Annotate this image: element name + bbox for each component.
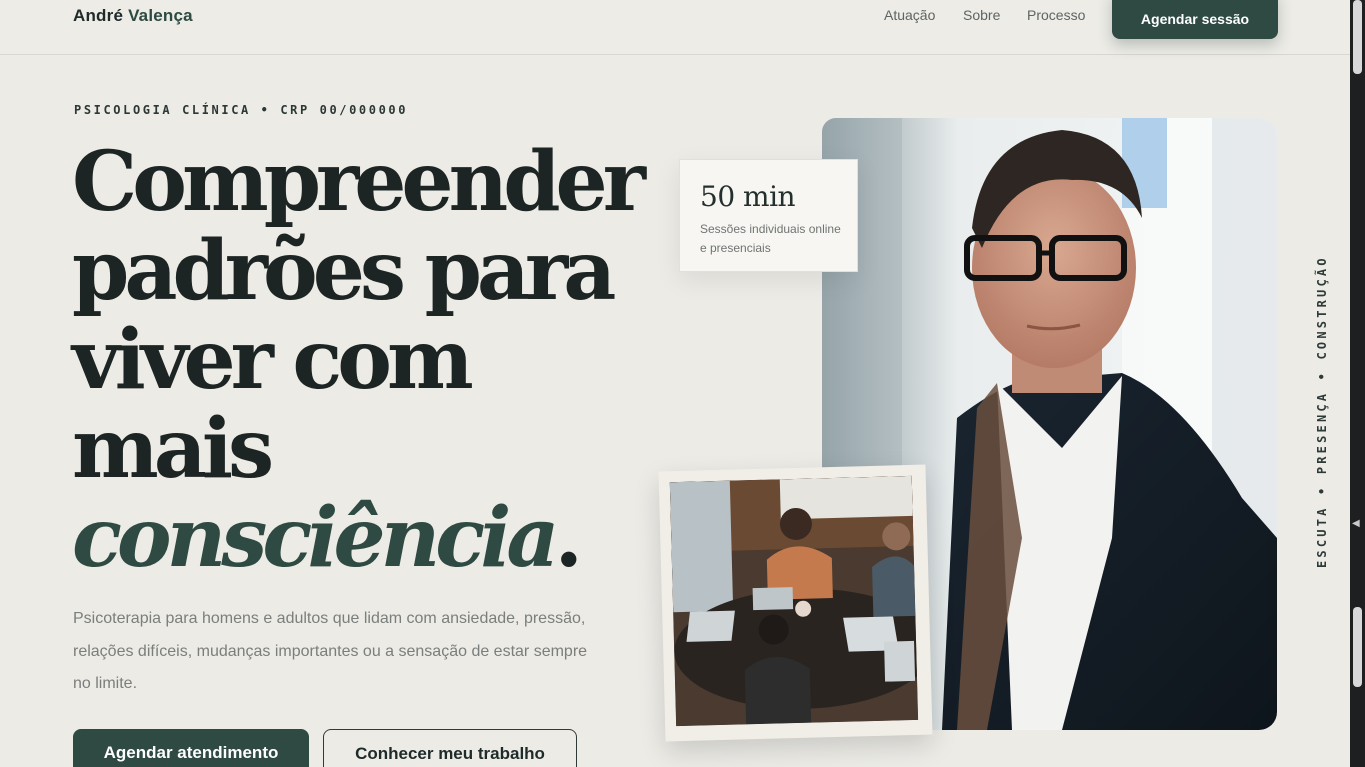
scrollbar-thumb[interactable] bbox=[1353, 607, 1362, 687]
learn-more-button[interactable]: Conhecer meu trabalho bbox=[323, 729, 577, 767]
headline-accent: consciência bbox=[72, 490, 559, 586]
group-session-photo-image bbox=[669, 475, 919, 727]
session-duration-value: 50 min bbox=[700, 180, 796, 213]
headline-dot: . bbox=[554, 490, 582, 586]
brand-first-name: André bbox=[73, 6, 124, 25]
headline-line-3: viver com bbox=[72, 312, 474, 408]
nav-link-atuacao[interactable]: Atuação bbox=[884, 7, 935, 23]
scrollbar-thumb-top[interactable] bbox=[1353, 0, 1362, 74]
headline-line-1: Compreender bbox=[72, 134, 646, 230]
brand-last-name: Valença bbox=[128, 6, 193, 25]
nav-link-sobre[interactable]: Sobre bbox=[963, 7, 1000, 23]
brand-logo[interactable]: André Valença bbox=[73, 6, 193, 26]
side-tagline: ESCUTA • PRESENÇA • CONSTRUÇÃO bbox=[1315, 255, 1329, 568]
schedule-appointment-button[interactable]: Agendar atendimento bbox=[73, 729, 309, 767]
nav-link-processo[interactable]: Processo bbox=[1027, 7, 1085, 23]
schedule-session-button[interactable]: Agendar sessão bbox=[1112, 0, 1278, 39]
hero-headline: Compreender padrões para viver com mais … bbox=[72, 138, 652, 583]
group-illustration bbox=[669, 475, 919, 727]
hero-eyebrow: PSICOLOGIA CLÍNICA • CRP 00/000000 bbox=[74, 103, 409, 117]
session-duration-description: Sessões individuais online e presenciais bbox=[700, 222, 841, 255]
hero-lead-text: Psicoterapia para homens e adultos que l… bbox=[73, 610, 588, 692]
session-duration-card: 50 min Sessões individuais online e pres… bbox=[679, 159, 858, 272]
headline-line-2: padrões para bbox=[72, 223, 616, 319]
group-session-photo bbox=[658, 464, 933, 742]
headline-line-4: mais bbox=[72, 401, 274, 497]
scroll-arrow-icon[interactable]: ◀ bbox=[1352, 518, 1360, 529]
top-navbar: André Valença Atuação Sobre Processo Age… bbox=[0, 0, 1350, 55]
